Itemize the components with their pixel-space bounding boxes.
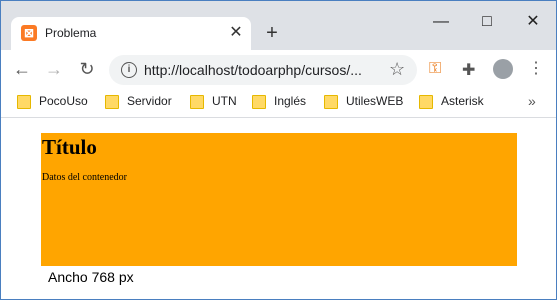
orange-container: Título Datos del contenedor — [41, 133, 517, 266]
menu-icon[interactable]: ⋮ — [528, 58, 544, 78]
minimize-button[interactable]: — — [418, 7, 464, 37]
back-button[interactable]: ← — [11, 58, 33, 80]
browser-toolbar: ← → ↻ i http://localhost/todoarphp/curso… — [1, 50, 556, 89]
bookmarks-bar: PocoUso Servidor UTN Inglés UtilesWEB As… — [1, 89, 556, 118]
bookmark-utilesweb[interactable]: UtilesWEB — [324, 94, 403, 112]
browser-tab[interactable]: ⊠ Problema ✕ — [11, 17, 251, 51]
star-icon[interactable]: ☆ — [389, 59, 405, 80]
close-window-button[interactable]: ✕ — [510, 7, 556, 37]
bookmark-utn[interactable]: UTN — [190, 94, 237, 112]
forward-button[interactable]: → — [43, 58, 65, 80]
reload-button[interactable]: ↻ — [76, 58, 98, 80]
bookmark-asterisk[interactable]: Asterisk — [419, 94, 484, 112]
info-icon[interactable]: i — [121, 62, 137, 78]
profile-avatar[interactable] — [493, 59, 513, 79]
xampp-icon: ⊠ — [21, 25, 37, 41]
folder-icon — [105, 94, 119, 109]
width-label: Ancho 768 px — [48, 269, 134, 285]
folder-icon — [324, 94, 338, 109]
bookmarks-more-icon[interactable]: » — [528, 93, 536, 109]
tab-title: Problema — [45, 26, 97, 40]
bookmark-ingles[interactable]: Inglés — [252, 94, 306, 112]
bookmark-pocouso[interactable]: PocoUso — [17, 94, 88, 112]
url-text[interactable]: http://localhost/todoarphp/cursos/... — [144, 62, 362, 78]
container-text: Datos del contenedor — [42, 172, 127, 183]
tab-close-icon[interactable]: ✕ — [226, 23, 246, 43]
address-bar[interactable]: i http://localhost/todoarphp/cursos/... … — [109, 55, 417, 85]
title-bar: ⊠ Problema ✕ + — □ ✕ — [1, 1, 556, 51]
extensions-icon[interactable]: ✚ — [462, 60, 475, 80]
maximize-button[interactable]: □ — [464, 7, 510, 37]
folder-icon — [252, 94, 266, 109]
new-tab-button[interactable]: + — [262, 23, 282, 43]
folder-icon — [419, 94, 433, 109]
browser-window: ⊠ Problema ✕ + — □ ✕ ← → ↻ i http://loca… — [0, 0, 557, 300]
key-icon[interactable]: ⚿ — [429, 60, 441, 78]
page-title: Título — [42, 135, 97, 159]
bookmark-servidor[interactable]: Servidor — [105, 94, 172, 112]
folder-icon — [17, 94, 31, 109]
page-content: Título Datos del contenedor Ancho 768 px — [1, 118, 556, 299]
folder-icon — [190, 94, 204, 109]
